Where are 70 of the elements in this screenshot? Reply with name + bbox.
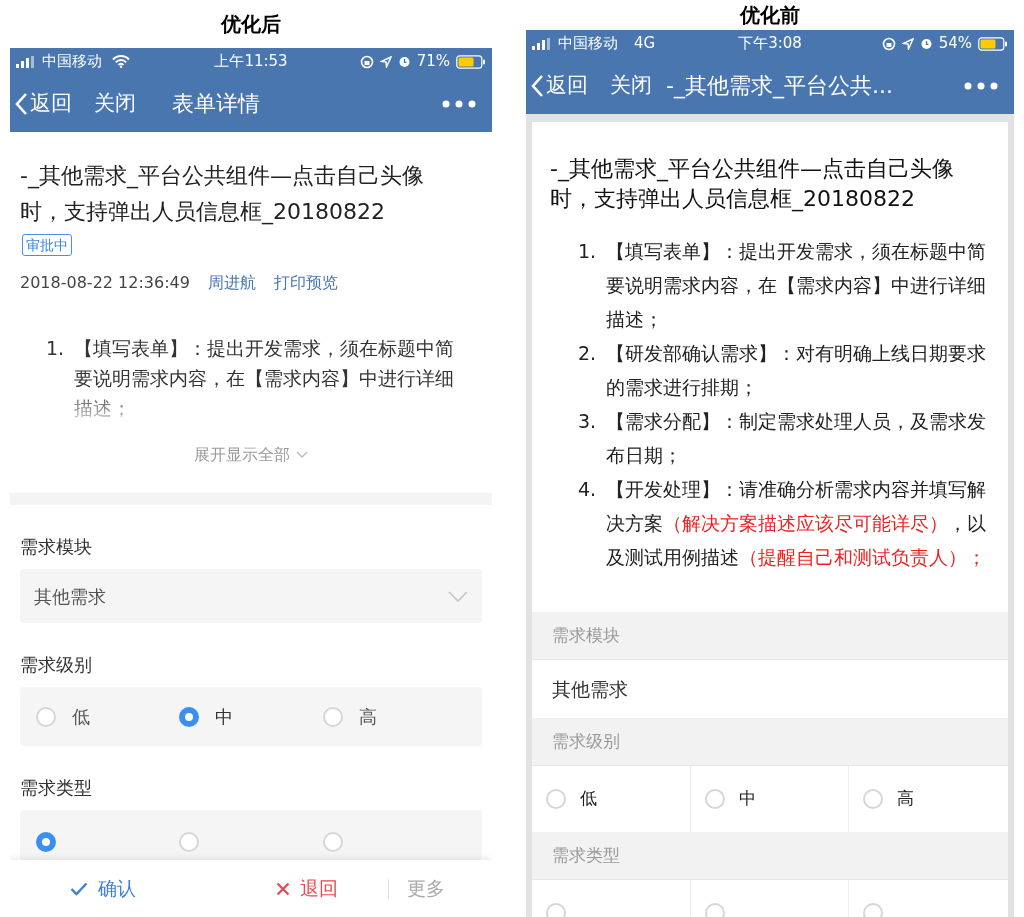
carrier-name: 中国移动 — [42, 51, 102, 73]
submit-datetime: 2018-08-22 12:36:49 — [20, 272, 190, 294]
field-label: 需求级别 — [20, 653, 93, 677]
battery-icon — [456, 54, 486, 69]
option-label: 低 — [580, 787, 597, 811]
chevron-down-icon — [448, 590, 468, 602]
page-title: -_其他需求_平台公共... — [666, 72, 893, 101]
step-text: 【研发部确认需求】：对有明确上线日期要求的需求进行排期； — [606, 341, 986, 400]
more-icon — [442, 99, 476, 108]
wifi-icon — [112, 55, 130, 68]
field-label: 需求级别 — [532, 718, 1008, 766]
battery-percent: 71% — [416, 51, 450, 73]
form-title: -_其他需求_平台公共组件—点击自己头像时，支持弹出人员信息框_20180822 — [20, 162, 425, 227]
clock-time: 下午3:08 — [738, 33, 802, 55]
back-chevron-icon — [14, 91, 28, 116]
field-label: 需求模块 — [532, 612, 1008, 660]
form-title: -_其他需求_平台公共组件—点击自己头像时，支持弹出人员信息框_20180822 — [550, 155, 955, 214]
signal-icon — [532, 37, 552, 50]
more-icon — [964, 81, 998, 90]
location-arrow-icon — [379, 55, 392, 68]
step-text: 【需求分配】：制定需求处理人员，及需求发布日期； — [606, 409, 986, 468]
field-label: 需求模块 — [20, 535, 93, 559]
clock-time: 上午11:53 — [214, 51, 288, 73]
panel-heading: 优化前 — [739, 2, 801, 29]
panel-heading: 优化后 — [220, 11, 282, 38]
option-label: 高 — [358, 705, 377, 729]
step-number: 1. — [46, 336, 66, 361]
print-preview-link[interactable]: 打印预览 — [273, 271, 338, 295]
confirm-button[interactable]: 确认 — [70, 874, 136, 903]
more-button[interactable]: 更多 — [407, 874, 445, 903]
module-value: 其他需求 — [551, 676, 629, 702]
close-button[interactable]: 关闭 — [94, 87, 136, 120]
field-label: 需求类型 — [532, 832, 1008, 880]
step-number: 2. — [578, 341, 598, 366]
option-label: 中 — [738, 787, 756, 811]
step-text: 【填写表单】：提出开发需求，须在标题中简要说明需求内容，在【需求内容】中进行详细描述； — [74, 336, 455, 421]
battery-percent: 54% — [938, 33, 972, 55]
back-button[interactable]: 返回 — [14, 87, 72, 120]
option-label: 低 — [72, 705, 90, 729]
step-number: 3. — [578, 409, 598, 434]
expand-all-button[interactable]: 展开显示全部 — [194, 443, 308, 467]
back-chevron-icon — [530, 73, 544, 98]
step-text: 【填写表单】：提出开发需求，须在标题中简要说明需求内容，在【需求内容】中进行详细描述； — [606, 239, 986, 332]
chevron-down-icon — [296, 451, 308, 459]
step-number: 1. — [578, 239, 598, 264]
rotation-lock-icon — [359, 54, 374, 69]
step-text: 【开发处理】：请准确分析需求内容并填写解决方案（解决方案描述应该尽可能详尽），以及测试用例描述（提醒自己和测试负责人）； — [606, 477, 986, 570]
option-label: 高 — [897, 787, 915, 811]
rotation-lock-icon — [881, 36, 896, 51]
carrier-name: 中国移动 — [558, 33, 618, 55]
check-icon — [70, 881, 88, 896]
author-link[interactable]: 周进航 — [207, 271, 256, 295]
option-label: 中 — [215, 705, 234, 729]
back-button[interactable]: 返回 — [530, 69, 588, 102]
radio-button[interactable] — [36, 832, 56, 852]
alarm-clock-icon — [397, 55, 411, 68]
field-label: 需求类型 — [20, 776, 93, 800]
network-type: 4G — [634, 33, 656, 55]
reject-button[interactable]: 退回 — [276, 874, 338, 903]
module-select[interactable]: 其他需求 — [20, 569, 482, 623]
battery-icon — [978, 36, 1008, 51]
location-arrow-icon — [901, 37, 914, 50]
radio-button[interactable] — [179, 706, 200, 727]
signal-icon — [16, 55, 36, 68]
close-button[interactable]: 关闭 — [610, 69, 652, 102]
alarm-clock-icon — [919, 37, 933, 50]
page-title: 表单详情 — [172, 90, 260, 118]
step-number: 4. — [578, 477, 598, 502]
status-badge: 审批中 — [22, 234, 72, 256]
close-icon — [276, 881, 290, 896]
